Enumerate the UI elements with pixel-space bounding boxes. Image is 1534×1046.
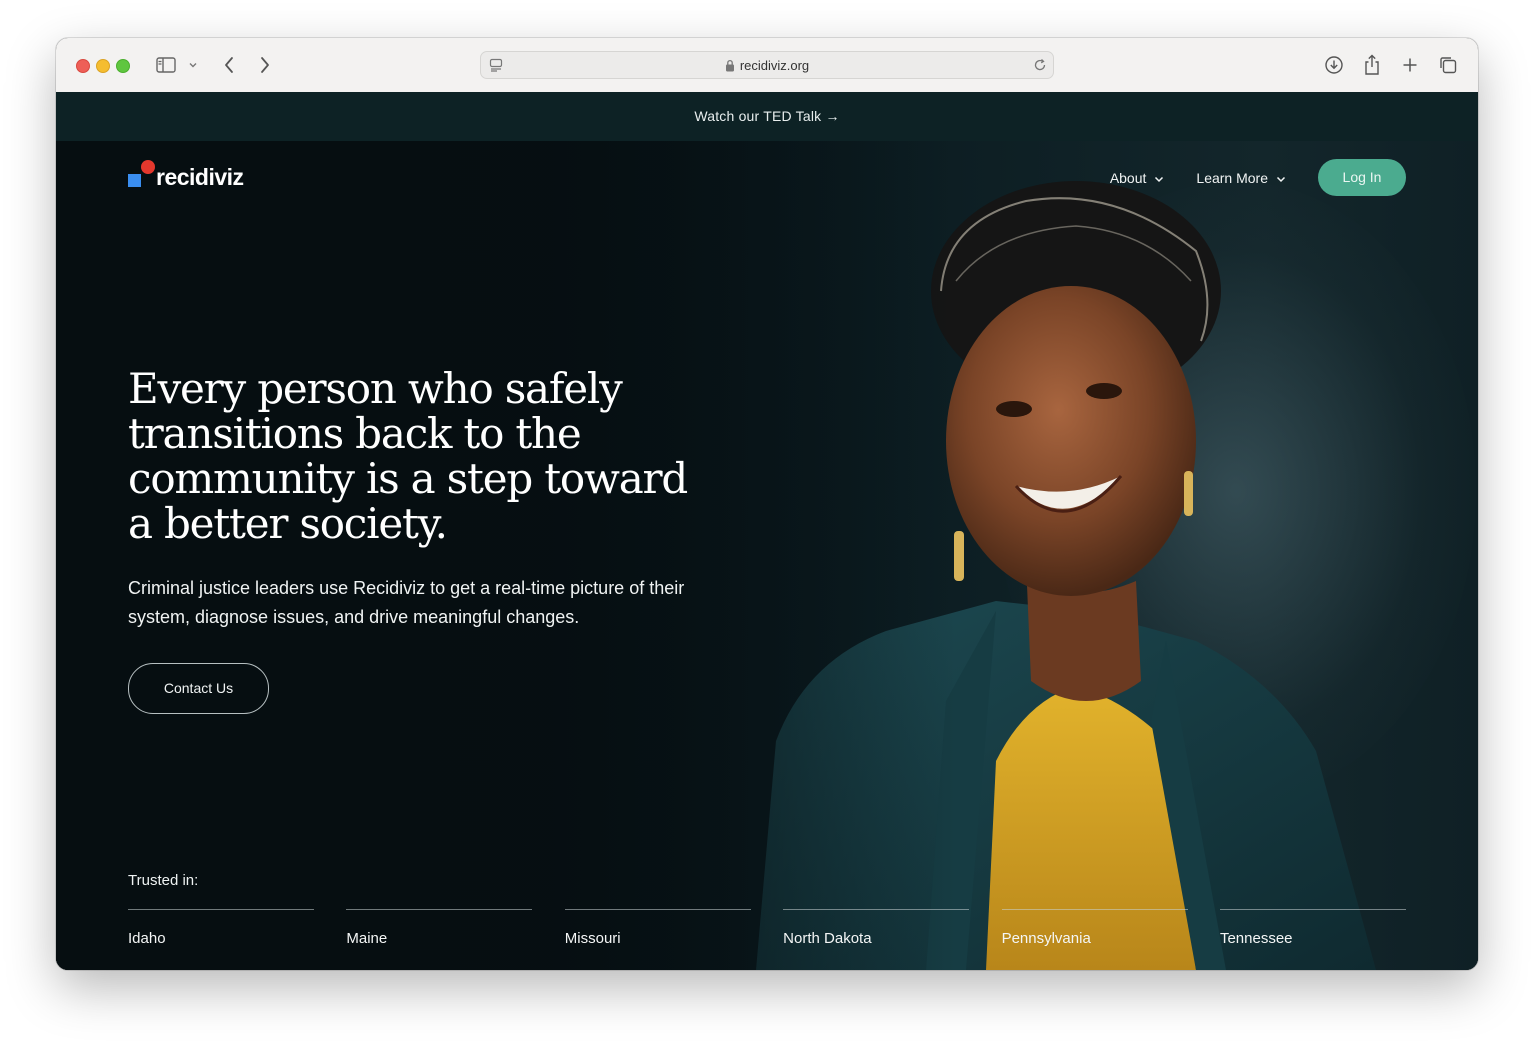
ted-talk-banner[interactable]: Watch our TED Talk →: [56, 92, 1478, 141]
url-text: recidiviz.org: [739, 58, 810, 73]
hero-section: recidiviz About Learn More Log In Every …: [56, 141, 1478, 970]
nav-learn-more[interactable]: Learn More: [1196, 170, 1286, 186]
chevron-down-icon: [1154, 170, 1164, 186]
web-page: Watch our TED Talk → recidiviz About Lea…: [56, 92, 1478, 970]
hero-headline: Every person who safely transitions back…: [128, 364, 688, 548]
logo-wordmark: recidiviz: [156, 164, 244, 190]
plus-icon[interactable]: [1398, 52, 1422, 78]
chevron-right-icon[interactable]: [254, 52, 276, 78]
close-window-button[interactable]: [76, 59, 90, 73]
trusted-in-label: Trusted in:: [128, 872, 199, 889]
state-item: Maine: [346, 909, 533, 947]
logo-dot-mark: [141, 160, 155, 174]
chevron-left-icon[interactable]: [218, 52, 240, 78]
contact-us-button[interactable]: Contact Us: [128, 663, 269, 714]
browser-toolbar: recidiviz.org: [56, 38, 1478, 93]
state-item: Missouri: [564, 909, 751, 947]
trusted-states-list: Idaho Maine Missouri North Dakota Pennsy…: [128, 909, 1406, 947]
main-nav: About Learn More Log In: [1110, 159, 1406, 196]
nav-about-label: About: [1109, 169, 1147, 186]
hero-subtext: Criminal justice leaders use Recidiviz t…: [128, 578, 685, 627]
sidebar-icon[interactable]: [154, 52, 178, 78]
chevron-down-icon: [1276, 170, 1286, 186]
lock-icon: [725, 59, 735, 75]
ted-talk-link[interactable]: Watch our TED Talk →: [694, 108, 839, 124]
share-icon[interactable]: [1360, 52, 1384, 78]
chevron-down-icon[interactable]: [186, 52, 200, 78]
nav-learn-more-label: Learn More: [1196, 169, 1268, 186]
nav-about[interactable]: About: [1110, 170, 1165, 186]
zoom-window-button[interactable]: [116, 59, 130, 73]
state-item: Tennessee: [1219, 909, 1406, 947]
tabs-overview-icon[interactable]: [1436, 52, 1460, 78]
reload-icon[interactable]: [1033, 58, 1047, 77]
download-icon[interactable]: [1322, 52, 1346, 78]
state-item: Pennsylvania: [1001, 909, 1188, 947]
browser-window: recidiviz.org Watch our TED Talk → recid…: [56, 38, 1478, 970]
logo-square-mark: [128, 174, 141, 187]
state-item: Idaho: [128, 909, 314, 947]
address-bar[interactable]: recidiviz.org: [480, 51, 1054, 79]
minimize-window-button[interactable]: [96, 59, 110, 73]
hero-gradient-overlay: [56, 141, 956, 970]
state-item: North Dakota: [783, 909, 970, 947]
login-button[interactable]: Log In: [1318, 159, 1406, 196]
url-display[interactable]: recidiviz.org: [481, 58, 1053, 75]
